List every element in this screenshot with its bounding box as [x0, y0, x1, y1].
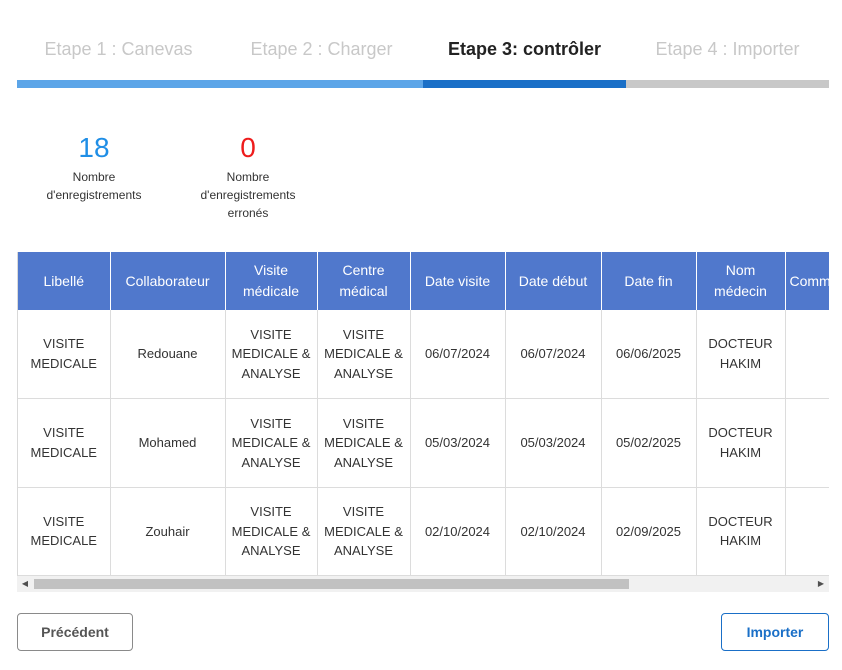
table-header-row: Libellé Collaborateur Visite médicale Ce… — [18, 252, 829, 310]
cell-collaborateur: Zouhair — [110, 487, 226, 576]
cell-collaborateur: Mohamed — [110, 398, 226, 488]
cell-visite-medicale: VISITE MEDICALE & ANALYSE — [225, 398, 318, 488]
table-row: VISITE MEDICALE Zouhair VISITE MEDICALE … — [18, 487, 829, 576]
column-header-libelle[interactable]: Libellé — [18, 252, 111, 310]
cell-date-visite: 02/10/2024 — [410, 487, 506, 576]
cell-visite-medicale: VISITE MEDICALE & ANALYSE — [225, 310, 318, 400]
scroll-left-arrow-icon[interactable]: ◀ — [17, 576, 33, 592]
cell-visite-medicale: VISITE MEDICALE & ANALYSE — [225, 487, 318, 576]
cell-libelle: VISITE MEDICALE — [18, 487, 111, 576]
table-horizontal-scrollbar[interactable]: ◀ ▶ — [17, 576, 829, 592]
column-header-date-fin[interactable]: Date fin — [601, 252, 697, 310]
scrollbar-thumb[interactable] — [34, 579, 629, 589]
total-records-value: 18 — [78, 132, 110, 163]
cell-date-visite: 05/03/2024 — [410, 398, 506, 488]
step-1-canevas[interactable]: Etape 1 : Canevas — [17, 30, 220, 68]
error-records-label: Nombre d'enregistrements erronés — [200, 170, 296, 220]
step-4-progress-bar — [626, 80, 829, 88]
cell-date-debut: 02/10/2024 — [505, 487, 602, 576]
cell-libelle: VISITE MEDICALE — [18, 310, 111, 400]
step-3-progress-bar — [423, 80, 626, 88]
step-2-charger[interactable]: Etape 2 : Charger — [220, 30, 423, 68]
step-4-importer[interactable]: Etape 4 : Importer — [626, 30, 829, 68]
previous-button[interactable]: Précédent — [17, 613, 133, 651]
table-row: VISITE MEDICALE Redouane VISITE MEDICALE… — [18, 310, 829, 400]
total-records-label: Nombre d'enregistrements — [46, 170, 142, 202]
total-records-counter: 18 Nombre d'enregistrements — [34, 132, 154, 204]
column-header-date-debut[interactable]: Date début — [505, 252, 602, 310]
cell-commentaire — [785, 310, 829, 400]
cell-centre-medical: VISITE MEDICALE & ANALYSE — [317, 398, 411, 488]
column-header-centre-medical[interactable]: Centre médical — [317, 252, 411, 310]
cell-nom-medecin: DOCTEUR HAKIM — [696, 310, 786, 400]
step-2-progress-bar — [220, 80, 423, 88]
scroll-right-arrow-icon[interactable]: ▶ — [813, 576, 829, 592]
column-header-visite-medicale[interactable]: Visite médicale — [225, 252, 318, 310]
column-header-nom-medecin[interactable]: Nom médecin — [696, 252, 786, 310]
error-records-value: 0 — [240, 132, 256, 163]
error-records-counter: 0 Nombre d'enregistrements erronés — [193, 132, 303, 222]
wizard-stepper: Etape 1 : Canevas Etape 2 : Charger Etap… — [17, 30, 829, 88]
import-wizard: Etape 1 : Canevas Etape 2 : Charger Etap… — [0, 0, 842, 670]
cell-date-debut: 06/07/2024 — [505, 310, 602, 400]
column-header-date-visite[interactable]: Date visite — [410, 252, 506, 310]
column-header-commentaire[interactable]: Commentaire — [785, 252, 829, 310]
cell-date-fin: 02/09/2025 — [601, 487, 697, 576]
cell-nom-medecin: DOCTEUR HAKIM — [696, 487, 786, 576]
records-table-container: Libellé Collaborateur Visite médicale Ce… — [17, 252, 829, 576]
column-header-collaborateur[interactable]: Collaborateur — [110, 252, 226, 310]
cell-date-visite: 06/07/2024 — [410, 310, 506, 400]
records-table: Libellé Collaborateur Visite médicale Ce… — [18, 252, 829, 576]
cell-commentaire — [785, 487, 829, 576]
cell-date-debut: 05/03/2024 — [505, 398, 602, 488]
cell-collaborateur: Redouane — [110, 310, 226, 400]
import-button[interactable]: Importer — [721, 613, 829, 651]
step-1-progress-bar — [17, 80, 220, 88]
cell-date-fin: 05/02/2025 — [601, 398, 697, 488]
step-3-controler[interactable]: Etape 3: contrôler — [423, 30, 626, 68]
cell-date-fin: 06/06/2025 — [601, 310, 697, 400]
table-row: VISITE MEDICALE Mohamed VISITE MEDICALE … — [18, 398, 829, 488]
cell-libelle: VISITE MEDICALE — [18, 398, 111, 488]
cell-commentaire — [785, 398, 829, 488]
cell-centre-medical: VISITE MEDICALE & ANALYSE — [317, 487, 411, 576]
cell-centre-medical: VISITE MEDICALE & ANALYSE — [317, 310, 411, 400]
cell-nom-medecin: DOCTEUR HAKIM — [696, 398, 786, 488]
